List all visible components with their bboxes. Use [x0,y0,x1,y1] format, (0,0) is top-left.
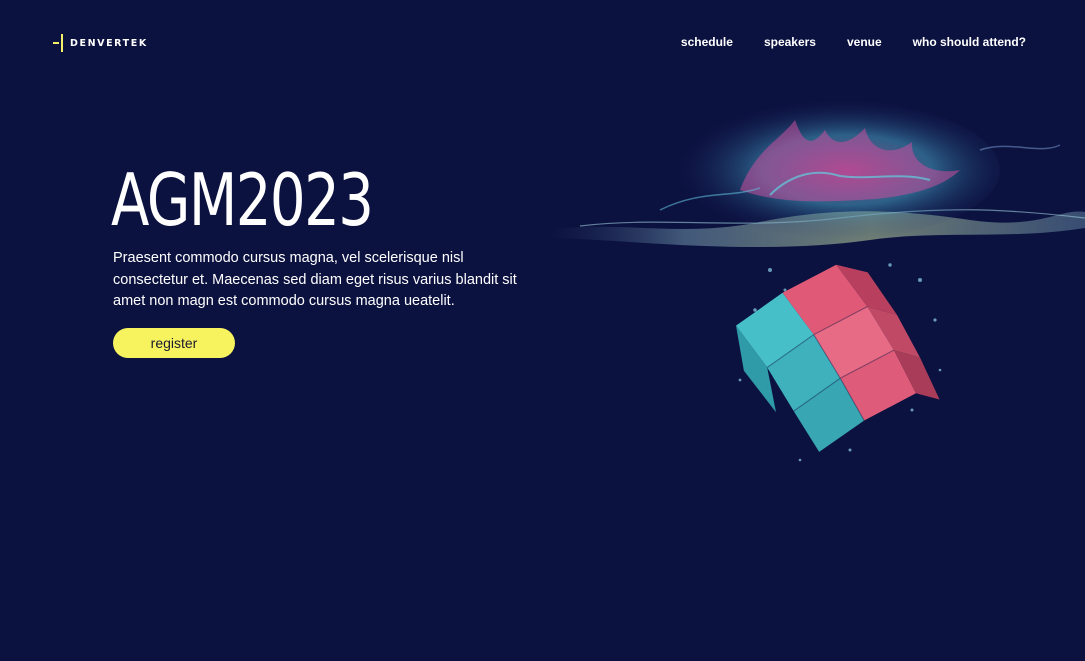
cube-splash-illustration [550,100,1085,462]
landing-page: DENVERTEK schedule speakers venue who sh… [0,0,1085,661]
plus-bracket-logo-icon [53,34,65,52]
main-nav: schedule speakers venue who should atten… [681,35,1026,49]
brand-logo[interactable]: DENVERTEK [53,34,148,52]
hero-title: AGM2023 [111,158,374,242]
register-button[interactable]: register [113,328,235,358]
nav-link-who-should-attend[interactable]: who should attend? [913,35,1026,49]
nav-link-schedule[interactable]: schedule [681,35,733,49]
brand-name: DENVERTEK [70,37,148,49]
nav-link-venue[interactable]: venue [847,35,882,49]
nav-link-speakers[interactable]: speakers [764,35,816,49]
hero-description: Praesent commodo cursus magna, vel scele… [113,250,517,309]
